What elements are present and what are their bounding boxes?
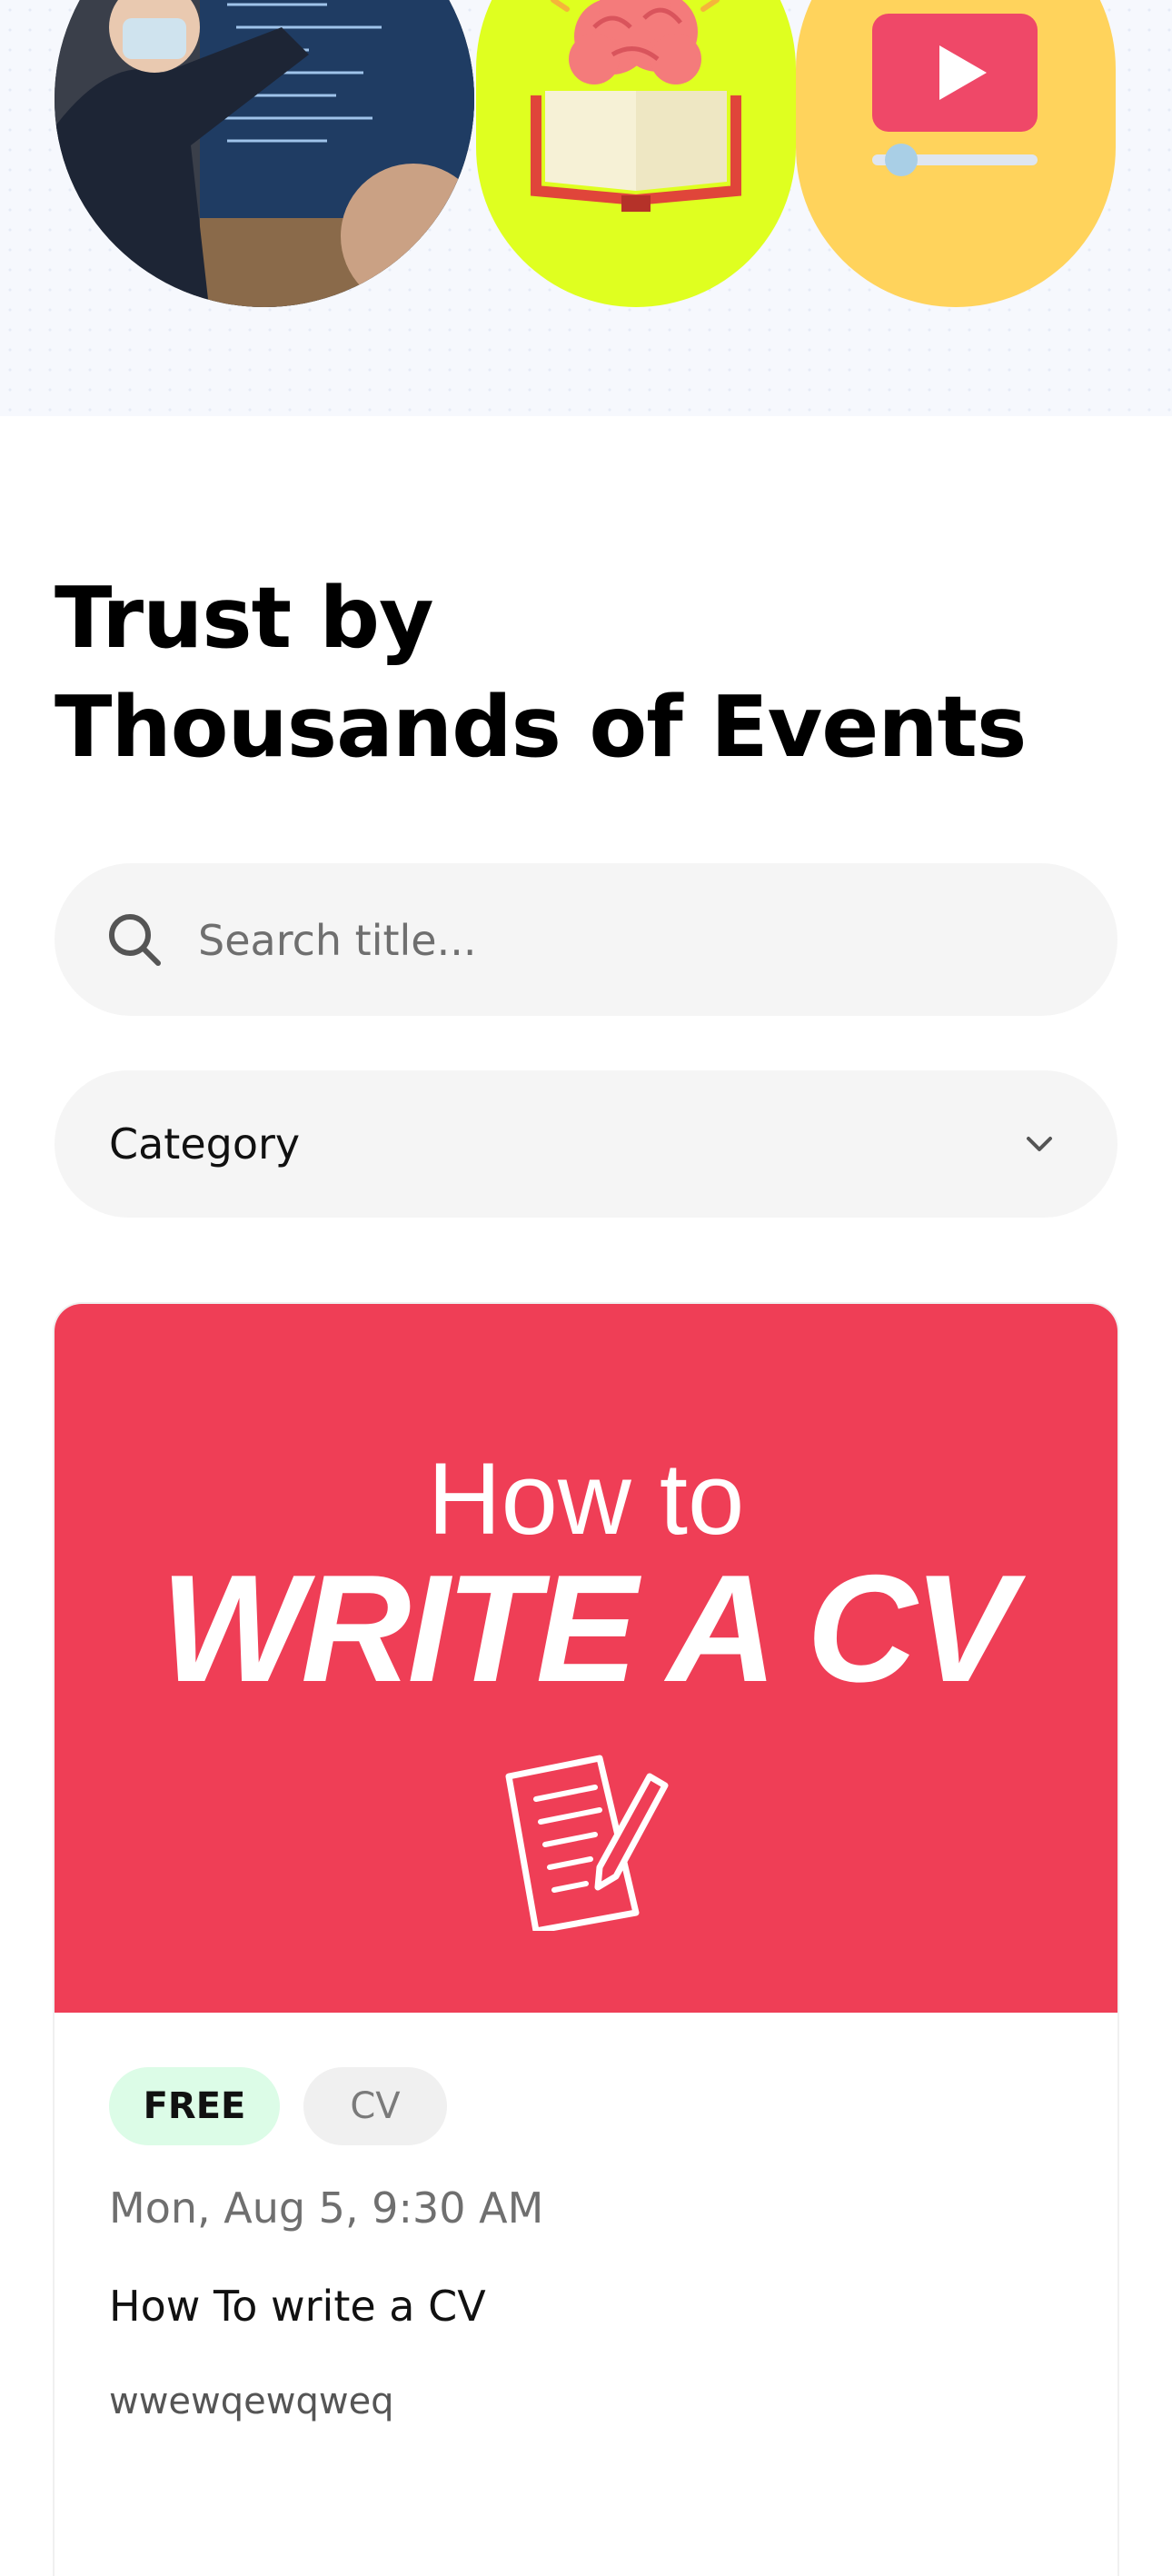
- section-heading: Trust by Thousands of Events: [55, 563, 1117, 781]
- presenter-photo: [55, 0, 474, 307]
- brain-book-icon: [476, 0, 796, 307]
- event-description: wwewqewqweq: [109, 2381, 394, 2422]
- chevron-down-icon: [1027, 1137, 1052, 1151]
- event-banner-image: How to WRITE A CV: [55, 1304, 1117, 2013]
- section-heading-line1: Trust by: [55, 569, 434, 667]
- section-heading-line2: Thousands of Events: [55, 678, 1027, 776]
- category-select[interactable]: Category: [55, 1070, 1117, 1218]
- event-card[interactable]: How to WRITE A CV FREE CV Mon, Aug 5, 9:…: [55, 1304, 1117, 2576]
- category-select-value: Category: [109, 1119, 301, 1169]
- video-player-icon: [796, 0, 1116, 307]
- event-title[interactable]: How To write a CV: [109, 2278, 486, 2334]
- search-bar[interactable]: [55, 863, 1117, 1016]
- search-input[interactable]: [196, 903, 1018, 978]
- document-pencil-icon: [505, 1755, 669, 1931]
- search-icon: [109, 914, 161, 966]
- event-banner-line1: How to: [427, 1442, 745, 1556]
- event-date: Mon, Aug 5, 9:30 AM: [109, 2183, 544, 2233]
- hero-banner: [0, 0, 1172, 416]
- category-badge: CV: [303, 2067, 447, 2145]
- event-banner-line2: WRITE A CV: [160, 1543, 1016, 1714]
- price-badge: FREE: [109, 2067, 280, 2145]
